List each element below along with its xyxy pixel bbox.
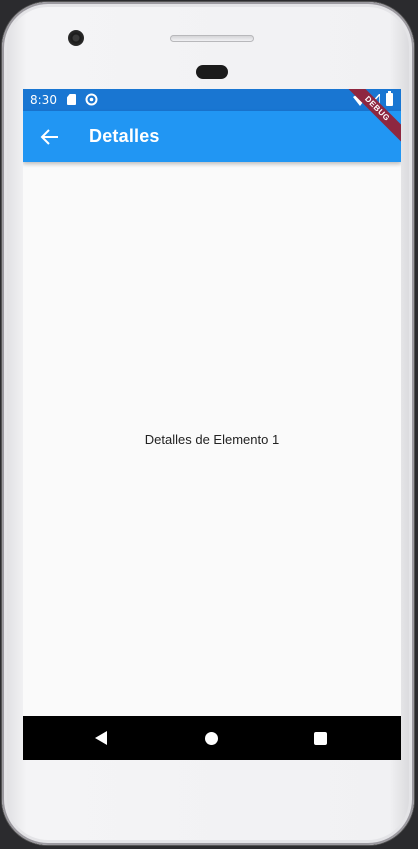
nav-back-icon[interactable]	[95, 731, 107, 745]
nav-home-icon[interactable]	[205, 732, 218, 745]
page-title: Detalles	[89, 126, 160, 146]
status-time: 8:30	[30, 93, 57, 107]
screen: 8:30 Detalles DEBUG Detalles de Elemento…	[23, 89, 401, 760]
status-bar: 8:30	[23, 89, 401, 111]
sync-icon	[85, 93, 98, 106]
detail-text: Detalles de Elemento 1	[144, 432, 280, 447]
proximity-sensor	[196, 65, 228, 79]
nav-recents-icon[interactable]	[314, 732, 327, 745]
earpiece-speaker	[170, 35, 254, 42]
battery-icon	[386, 91, 393, 106]
back-arrow-icon[interactable]	[35, 122, 65, 152]
sd-card-icon	[67, 94, 76, 105]
app-bar: Detalles	[23, 111, 401, 162]
front-camera	[68, 30, 84, 46]
phone-frame: 8:30 Detalles DEBUG Detalles de Elemento…	[2, 2, 414, 845]
navigation-bar	[23, 716, 401, 760]
